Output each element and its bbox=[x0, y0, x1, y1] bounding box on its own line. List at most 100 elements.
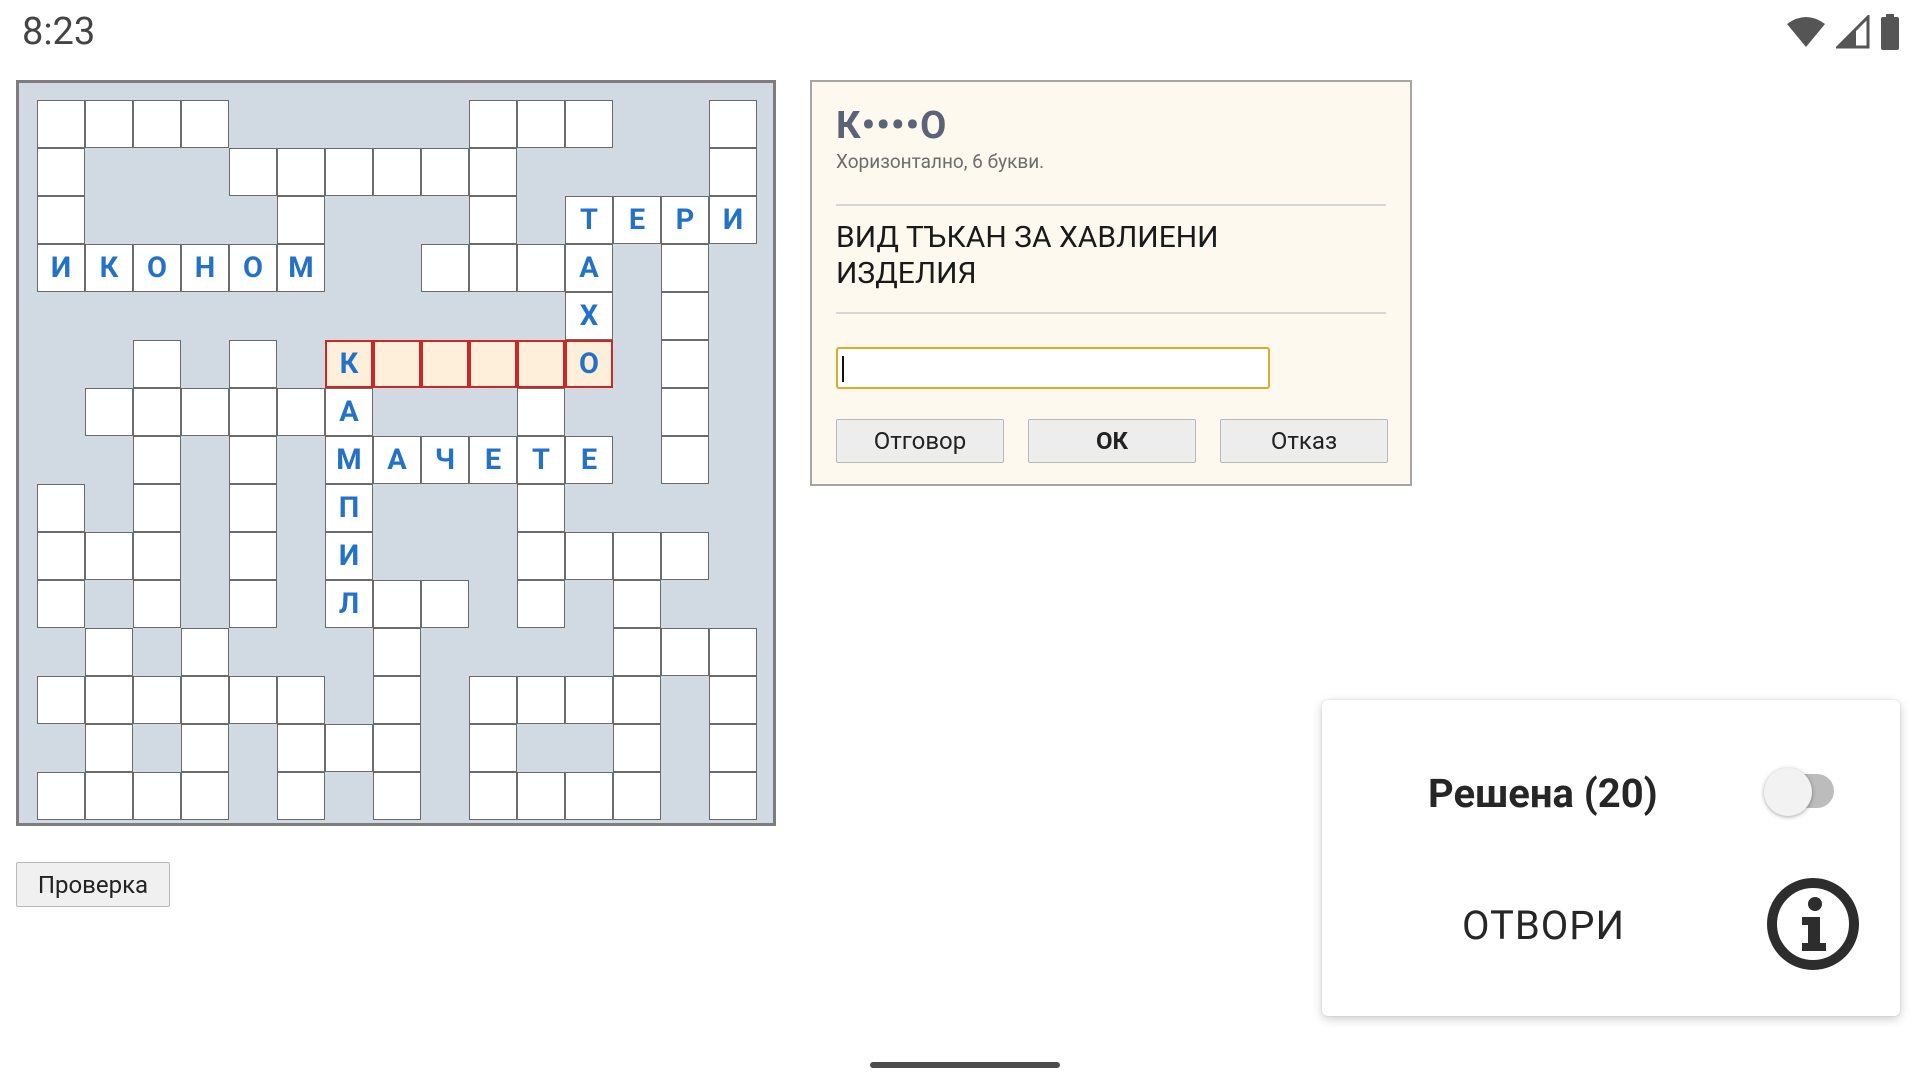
crossword-cell[interactable] bbox=[85, 676, 133, 724]
crossword-cell[interactable] bbox=[661, 436, 709, 484]
crossword-cell[interactable] bbox=[133, 772, 181, 820]
crossword-cell[interactable] bbox=[85, 772, 133, 820]
info-icon[interactable] bbox=[1766, 877, 1860, 971]
crossword-cell[interactable] bbox=[709, 100, 757, 148]
crossword-cell[interactable] bbox=[373, 772, 421, 820]
crossword-cell[interactable]: П bbox=[325, 484, 373, 532]
crossword-cell[interactable] bbox=[37, 100, 85, 148]
crossword-cell-selected[interactable]: О bbox=[565, 340, 613, 388]
crossword-cell[interactable] bbox=[709, 148, 757, 196]
answer-button[interactable]: Отговор bbox=[836, 419, 1004, 463]
crossword-cell[interactable] bbox=[133, 340, 181, 388]
crossword-cell[interactable]: А bbox=[325, 388, 373, 436]
crossword-cell[interactable] bbox=[421, 244, 469, 292]
crossword-cell[interactable] bbox=[85, 388, 133, 436]
crossword-cell[interactable] bbox=[133, 676, 181, 724]
crossword-cell[interactable] bbox=[661, 292, 709, 340]
crossword-cell[interactable]: И bbox=[709, 196, 757, 244]
crossword-cell[interactable] bbox=[85, 532, 133, 580]
crossword-cell[interactable] bbox=[37, 676, 85, 724]
crossword-cell[interactable] bbox=[373, 724, 421, 772]
crossword-cell[interactable]: И bbox=[325, 532, 373, 580]
crossword-cell[interactable] bbox=[85, 628, 133, 676]
crossword-cell[interactable]: Т bbox=[517, 436, 565, 484]
ok-button[interactable]: ОК bbox=[1028, 419, 1196, 463]
crossword-cell[interactable]: И bbox=[37, 244, 85, 292]
crossword-cell-selected[interactable] bbox=[469, 340, 517, 388]
answer-input[interactable] bbox=[836, 347, 1270, 389]
crossword-cell[interactable]: Ч bbox=[421, 436, 469, 484]
home-indicator[interactable] bbox=[870, 1062, 1060, 1068]
crossword-cell[interactable]: М bbox=[277, 244, 325, 292]
crossword-cell[interactable] bbox=[517, 484, 565, 532]
crossword-cell[interactable] bbox=[277, 196, 325, 244]
crossword-cell[interactable]: О bbox=[229, 244, 277, 292]
crossword-cell[interactable] bbox=[661, 532, 709, 580]
crossword-cell[interactable] bbox=[469, 100, 517, 148]
crossword-cell[interactable]: Л bbox=[325, 580, 373, 628]
crossword-cell[interactable] bbox=[133, 484, 181, 532]
crossword-cell[interactable] bbox=[181, 100, 229, 148]
crossword-cell[interactable] bbox=[37, 532, 85, 580]
crossword-cell[interactable] bbox=[373, 148, 421, 196]
crossword-cell[interactable] bbox=[133, 580, 181, 628]
crossword-cell[interactable] bbox=[709, 772, 757, 820]
crossword-cell[interactable] bbox=[133, 436, 181, 484]
check-button[interactable]: Проверка bbox=[16, 862, 170, 907]
crossword-cell[interactable] bbox=[373, 628, 421, 676]
crossword-cell[interactable] bbox=[421, 148, 469, 196]
crossword-cell[interactable] bbox=[613, 628, 661, 676]
crossword-cell[interactable] bbox=[469, 148, 517, 196]
crossword-cell[interactable] bbox=[661, 388, 709, 436]
crossword-cell[interactable] bbox=[133, 100, 181, 148]
crossword-cell-selected[interactable]: К bbox=[325, 340, 373, 388]
crossword-cell[interactable] bbox=[469, 676, 517, 724]
crossword-cell[interactable] bbox=[613, 580, 661, 628]
crossword-cell[interactable] bbox=[277, 676, 325, 724]
crossword-cell[interactable] bbox=[373, 676, 421, 724]
crossword-cell[interactable] bbox=[469, 772, 517, 820]
crossword-cell[interactable] bbox=[517, 244, 565, 292]
crossword-cell[interactable] bbox=[613, 532, 661, 580]
crossword-cell[interactable] bbox=[709, 676, 757, 724]
crossword-cell[interactable] bbox=[517, 388, 565, 436]
crossword-cell[interactable] bbox=[133, 388, 181, 436]
crossword-cell[interactable] bbox=[565, 100, 613, 148]
crossword-cell[interactable] bbox=[85, 724, 133, 772]
crossword-cell[interactable] bbox=[181, 628, 229, 676]
crossword-cell[interactable] bbox=[133, 532, 181, 580]
crossword-cell[interactable] bbox=[517, 100, 565, 148]
crossword-cell[interactable] bbox=[229, 484, 277, 532]
crossword-cell[interactable] bbox=[37, 772, 85, 820]
crossword-cell[interactable] bbox=[373, 580, 421, 628]
crossword-cell[interactable] bbox=[277, 772, 325, 820]
crossword-cell[interactable]: Т bbox=[565, 196, 613, 244]
crossword-cell-selected[interactable] bbox=[421, 340, 469, 388]
crossword-cell-selected[interactable] bbox=[373, 340, 421, 388]
crossword-cell[interactable] bbox=[613, 676, 661, 724]
crossword-cell[interactable]: К bbox=[85, 244, 133, 292]
crossword-cell[interactable] bbox=[565, 772, 613, 820]
crossword-cell[interactable] bbox=[709, 724, 757, 772]
crossword-cell[interactable]: М bbox=[325, 436, 373, 484]
crossword-cell[interactable]: Е bbox=[565, 436, 613, 484]
crossword-cell[interactable] bbox=[517, 532, 565, 580]
crossword-cell[interactable]: Н bbox=[181, 244, 229, 292]
crossword-cell[interactable] bbox=[37, 484, 85, 532]
crossword-cell[interactable]: О bbox=[133, 244, 181, 292]
crossword-cell[interactable] bbox=[661, 244, 709, 292]
crossword-cell[interactable] bbox=[181, 724, 229, 772]
crossword-cell[interactable] bbox=[517, 580, 565, 628]
crossword-cell[interactable] bbox=[469, 724, 517, 772]
crossword-cell[interactable] bbox=[469, 244, 517, 292]
crossword-cell[interactable] bbox=[181, 772, 229, 820]
crossword-cell[interactable] bbox=[325, 148, 373, 196]
crossword-cell[interactable] bbox=[229, 436, 277, 484]
crossword-cell[interactable] bbox=[37, 580, 85, 628]
crossword-cell[interactable] bbox=[85, 100, 133, 148]
crossword-cell[interactable] bbox=[37, 196, 85, 244]
crossword-cell[interactable]: Р bbox=[661, 196, 709, 244]
crossword-cell[interactable] bbox=[229, 148, 277, 196]
crossword-cell[interactable] bbox=[565, 676, 613, 724]
crossword-cell[interactable] bbox=[229, 580, 277, 628]
